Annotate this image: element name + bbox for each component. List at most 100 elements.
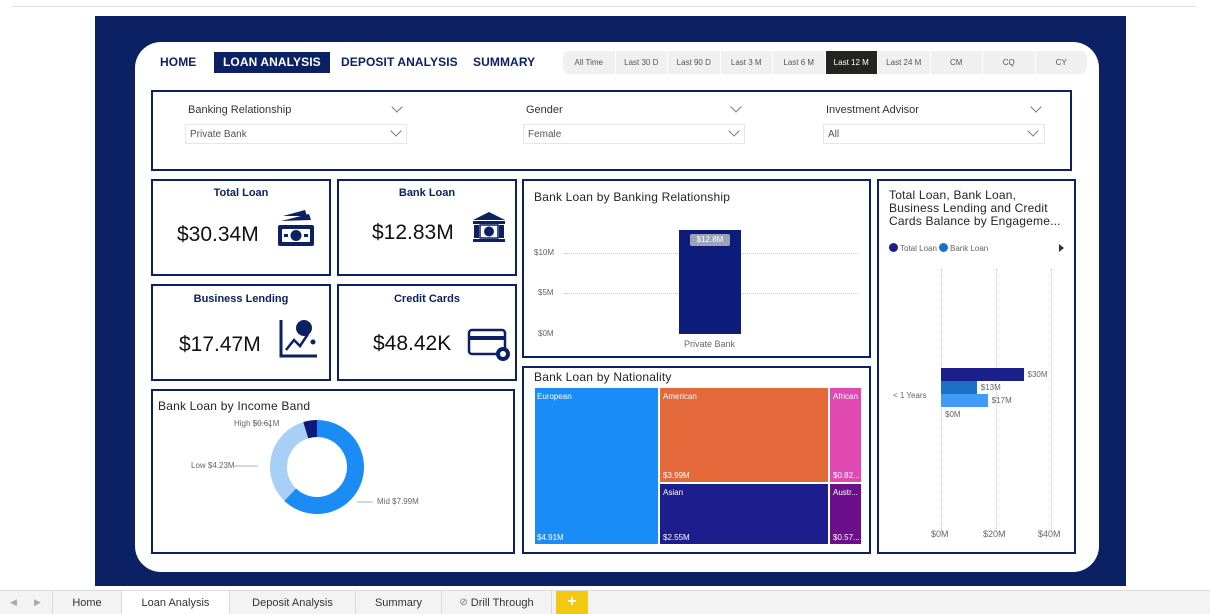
- bar-value-label: $0M: [945, 410, 961, 419]
- date-filter-last-12-m[interactable]: Last 12 M: [825, 51, 878, 74]
- bar-value-label: $13M: [980, 383, 1001, 392]
- slice-label-high: High $0.61M: [234, 419, 280, 428]
- date-filter-all-time[interactable]: All Time: [563, 51, 616, 74]
- y-category-label: < 1 Years: [893, 391, 927, 400]
- scroll-right-icon[interactable]: ▶: [34, 597, 41, 608]
- chart-balance-by-engagement[interactable]: Total Loan, Bank Loan, Business Lending …: [877, 179, 1076, 554]
- kpi-value: $48.42K: [373, 332, 452, 355]
- tab-home[interactable]: Home: [52, 591, 122, 614]
- legend-bank-loan: Bank Loan: [950, 244, 989, 253]
- donut-chart: [234, 420, 373, 514]
- date-filter-cm[interactable]: CM: [930, 51, 983, 74]
- date-filter-cy[interactable]: CY: [1035, 51, 1088, 74]
- slice-label-mid: Mid $7.99M: [377, 497, 419, 506]
- slicer-gender-dropdown[interactable]: Female: [523, 124, 745, 144]
- tile-label: American: [663, 392, 697, 401]
- tab-label: Drill Through: [470, 596, 534, 609]
- slicer-advisor-value: All: [828, 129, 840, 140]
- tile-value: $0.57...: [833, 533, 860, 542]
- date-filter-last-6-m[interactable]: Last 6 M: [773, 51, 826, 74]
- bar-value-label: $17M: [991, 396, 1012, 405]
- credit-card-gear-icon: [467, 328, 510, 361]
- slicer-gender-value: Female: [528, 129, 562, 140]
- tile-value: $4.91M: [537, 533, 564, 542]
- date-filter-bar: All Time Last 30 D Last 90 D Last 3 M La…: [563, 51, 1088, 74]
- slicer-banking-value: Private Bank: [190, 129, 247, 140]
- gridline: [1051, 269, 1052, 531]
- bank-building-icon: [473, 212, 505, 242]
- chart-title: Total Loan, Bank Loan, Business Lending …: [889, 188, 1061, 228]
- tile-label: African: [833, 392, 858, 401]
- chart-bank-loan-by-income-band[interactable]: Bank Loan by Income Band High $0.61M Low…: [151, 389, 515, 554]
- bar-value-label: $30M: [1027, 370, 1048, 379]
- add-page-button[interactable]: +: [556, 591, 588, 614]
- nav-home[interactable]: HOME: [160, 55, 196, 69]
- x-tick-label: Private Bank: [684, 339, 736, 349]
- treemap-tile-asian[interactable]: Asian $2.55M: [659, 483, 829, 545]
- top-divider: [12, 6, 1196, 7]
- date-filter-last-3-m[interactable]: Last 3 M: [720, 51, 773, 74]
- kpi-value: $17.47M: [179, 333, 261, 356]
- nav-deposit-analysis[interactable]: DEPOSIT ANALYSIS: [341, 55, 458, 69]
- x-tick-label: $20M: [983, 529, 1006, 539]
- tab-summary[interactable]: Summary: [356, 591, 442, 614]
- kpi-title: Bank Loan: [398, 187, 456, 199]
- kpi-card-bank-loan[interactable]: Bank Loan $12.83M: [337, 179, 517, 276]
- slice-label-low: Low $4.23M: [191, 461, 235, 470]
- chart-title: Bank Loan by Banking Relationship: [534, 190, 731, 204]
- chart-bank-loan-by-relationship[interactable]: Bank Loan by Banking Relationship $10M $…: [522, 179, 871, 358]
- tile-label: Austr...: [833, 488, 858, 497]
- date-filter-cq[interactable]: CQ: [983, 51, 1036, 74]
- bar-total-loan[interactable]: [941, 368, 1024, 381]
- kpi-title: Business Lending: [193, 293, 289, 305]
- chart-bank-loan-by-nationality[interactable]: Bank Loan by Nationality European $4.91M…: [522, 366, 871, 554]
- tile-label: European: [537, 392, 572, 401]
- x-tick-label: $0M: [931, 529, 949, 539]
- slicer-gender-label: Gender: [526, 104, 563, 116]
- tile-value: $0.82...: [833, 471, 860, 480]
- legend-dot: [889, 243, 898, 252]
- y-tick-label: $10M: [534, 248, 555, 257]
- legend-total-loan: Total Loan: [900, 244, 937, 253]
- growth-chart-icon: [279, 320, 317, 358]
- legend-next-icon[interactable]: [1059, 244, 1064, 252]
- legend-dot: [939, 243, 948, 252]
- money-stack-icon: [278, 210, 314, 246]
- kpi-title: Total Loan: [213, 187, 269, 199]
- date-filter-last-24-m[interactable]: Last 24 M: [878, 51, 931, 74]
- treemap-tile-american[interactable]: American $3.99M: [659, 387, 829, 483]
- slicer-banking-label: Banking Relationship: [188, 104, 292, 116]
- kpi-value: $30.34M: [177, 223, 259, 246]
- tile-value: $2.55M: [663, 533, 690, 542]
- tile-value: $3.99M: [663, 471, 690, 480]
- tab-loan-analysis[interactable]: Loan Analysis: [122, 591, 230, 614]
- page-tabs-bar: ◀ ▶ Home Loan Analysis Deposit Analysis …: [0, 590, 1210, 614]
- x-tick-label: $40M: [1038, 529, 1061, 539]
- nav-loan-analysis[interactable]: LOAN ANALYSIS: [214, 52, 330, 73]
- bar-bank-loan[interactable]: [941, 381, 977, 394]
- data-label: $12.8M: [690, 234, 730, 247]
- kpi-value: $12.83M: [372, 221, 454, 244]
- kpi-card-business-lending[interactable]: Business Lending $17.47M: [151, 284, 331, 381]
- y-tick-label: $0M: [538, 329, 554, 338]
- tab-deposit-analysis[interactable]: Deposit Analysis: [230, 591, 356, 614]
- kpi-title: Credit Cards: [393, 293, 461, 305]
- scroll-left-icon[interactable]: ◀: [10, 597, 17, 608]
- tile-label: Asian: [663, 488, 684, 497]
- bar-business-lending[interactable]: [941, 394, 988, 407]
- treemap-tile-australian[interactable]: Austr... $0.57...: [829, 483, 862, 545]
- y-tick-label: $5M: [538, 288, 554, 297]
- hidden-eye-icon: ⊘: [459, 597, 468, 608]
- donut-slice-low[interactable]: [270, 422, 309, 501]
- slicer-advisor-dropdown[interactable]: All: [823, 124, 1045, 144]
- kpi-card-total-loan[interactable]: Total Loan $30.34M: [151, 179, 331, 276]
- slicer-advisor-label: Investment Advisor: [826, 104, 919, 116]
- treemap-tile-african[interactable]: African $0.82...: [829, 387, 862, 483]
- nav-summary[interactable]: SUMMARY: [473, 55, 535, 69]
- slicer-banking-dropdown[interactable]: Private Bank: [185, 124, 407, 144]
- date-filter-last-90-d[interactable]: Last 90 D: [668, 51, 721, 74]
- date-filter-last-30-d[interactable]: Last 30 D: [615, 51, 668, 74]
- kpi-card-credit-cards[interactable]: Credit Cards $48.42K: [337, 284, 517, 381]
- treemap-tile-european[interactable]: European $4.91M: [534, 387, 659, 545]
- tab-drill-through[interactable]: ⊘ Drill Through: [442, 591, 552, 614]
